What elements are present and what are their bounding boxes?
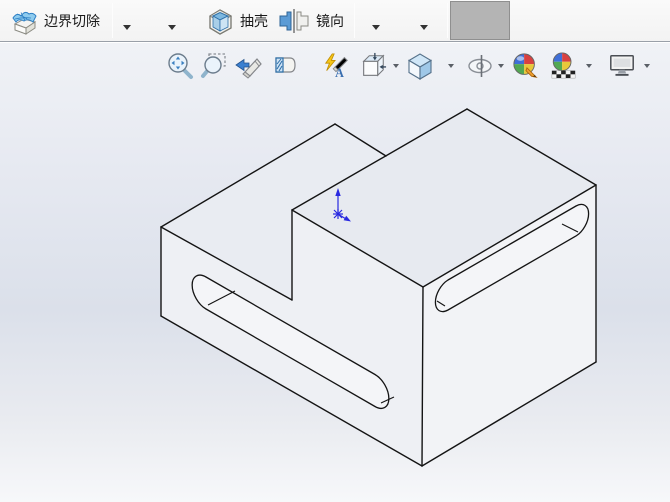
display-style-icon (406, 52, 434, 80)
zoom-to-area-icon (200, 52, 228, 80)
hide-show-items-icon (467, 52, 495, 80)
view-settings-icon (608, 52, 636, 80)
zoom-to-fit-button[interactable] (166, 51, 194, 81)
view-orientation-dropdown-arrow[interactable] (393, 64, 399, 68)
edit-appearance-button[interactable] (512, 51, 540, 81)
view-settings-dropdown-arrow[interactable] (644, 64, 650, 68)
section-view-icon (270, 52, 298, 80)
section-view-button[interactable] (270, 51, 298, 81)
zoom-to-fit-icon (166, 52, 194, 80)
graphics-viewport[interactable] (0, 43, 670, 502)
dynamic-annotation-views-icon: A (322, 51, 350, 81)
previous-view-icon (235, 52, 263, 80)
solidworks-window: 边界切除 抽壳 镜向 (0, 0, 670, 502)
view-settings-button[interactable] (608, 51, 636, 81)
checker-floor (552, 71, 575, 78)
view-orientation-icon (359, 51, 387, 81)
svg-text:A: A (335, 66, 344, 80)
display-style-dropdown-arrow[interactable] (448, 64, 454, 68)
apply-scene-dropdown-arrow[interactable] (586, 64, 592, 68)
hide-show-items-dropdown-arrow[interactable] (498, 64, 504, 68)
display-style-button[interactable] (406, 51, 434, 81)
apply-scene-button[interactable] (550, 51, 578, 81)
hide-show-items-button[interactable] (467, 51, 495, 81)
dynamic-annotation-views-button[interactable]: A (322, 51, 350, 81)
view-orientation-button[interactable] (359, 51, 387, 81)
zoom-to-area-button[interactable] (200, 51, 228, 81)
apply-scene-icon (550, 51, 578, 81)
previous-view-button[interactable] (235, 51, 263, 81)
edit-appearance-icon (512, 51, 540, 81)
